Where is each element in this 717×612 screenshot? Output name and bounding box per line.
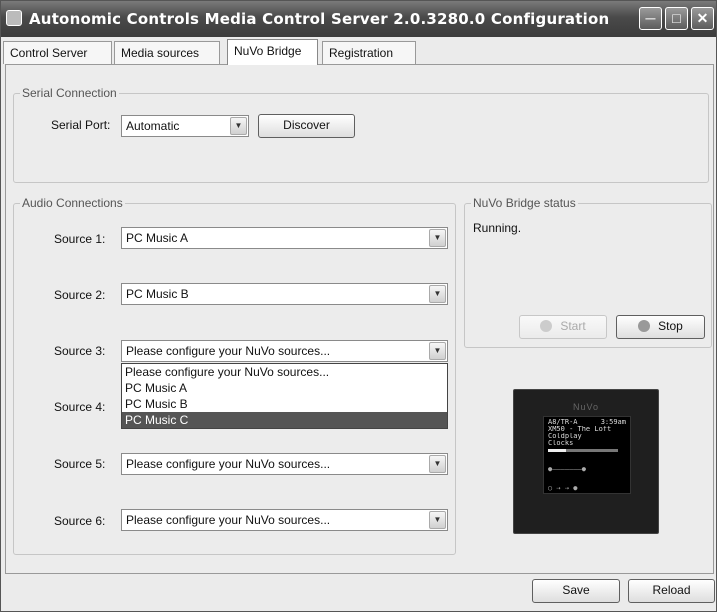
source-1-select[interactable]: PC Music A ▼ bbox=[121, 227, 448, 249]
keypad-line-station: XM50 - The Loft bbox=[548, 426, 612, 433]
stop-button-label: Stop bbox=[658, 319, 683, 333]
dropdown-option[interactable]: PC Music A bbox=[122, 380, 447, 396]
source-3-label: Source 3: bbox=[54, 344, 106, 358]
source-2-select[interactable]: PC Music B ▼ bbox=[121, 283, 448, 305]
keypad-header-right: 3:59am bbox=[600, 419, 626, 426]
keypad-header-left: A8/TR-A bbox=[548, 419, 578, 426]
keypad-progress-bar bbox=[548, 449, 618, 452]
source-3-dropdown-list[interactable]: Please configure your NuVo sources... PC… bbox=[121, 363, 448, 429]
chevron-down-icon[interactable]: ▼ bbox=[230, 117, 247, 135]
tab-nuvo-bridge[interactable]: NuVo Bridge bbox=[227, 39, 318, 65]
maximize-button[interactable]: □ bbox=[665, 7, 688, 30]
source-6-value: Please configure your NuVo sources... bbox=[126, 513, 331, 527]
start-icon bbox=[540, 320, 553, 332]
source-6-select[interactable]: Please configure your NuVo sources... ▼ bbox=[121, 509, 448, 531]
source-2-label: Source 2: bbox=[54, 288, 106, 302]
chevron-down-icon[interactable]: ▼ bbox=[429, 511, 446, 529]
dropdown-option[interactable]: PC Music B bbox=[122, 396, 447, 412]
bridge-status-text: Running. bbox=[473, 221, 522, 235]
config-window: Autonomic Controls Media Control Server … bbox=[0, 0, 717, 612]
dropdown-option-selected[interactable]: PC Music C bbox=[122, 412, 447, 428]
audio-connections-legend: Audio Connections bbox=[20, 196, 125, 210]
source-1-value: PC Music A bbox=[126, 231, 189, 245]
keypad-line-track: Clocks bbox=[548, 440, 574, 447]
chevron-down-icon[interactable]: ▼ bbox=[429, 229, 446, 247]
serial-port-value: Automatic bbox=[126, 119, 180, 133]
serial-port-label: Serial Port: bbox=[51, 118, 111, 132]
stop-button[interactable]: Stop bbox=[616, 315, 705, 339]
source-6-label: Source 6: bbox=[54, 514, 106, 528]
source-3-select[interactable]: Please configure your NuVo sources... ▼ bbox=[121, 340, 448, 362]
nuvo-keypad-image: NuVo A8/TR-A 3:59am XM50 - The Loft Cold… bbox=[513, 389, 659, 534]
serial-port-select[interactable]: Automatic ▼ bbox=[121, 115, 249, 137]
app-icon bbox=[6, 10, 22, 26]
source-5-value: Please configure your NuVo sources... bbox=[126, 457, 331, 471]
bridge-status-legend: NuVo Bridge status bbox=[471, 196, 578, 210]
reload-button[interactable]: Reload bbox=[628, 579, 715, 603]
chevron-down-icon[interactable]: ▼ bbox=[429, 285, 446, 303]
start-button[interactable]: Start bbox=[519, 315, 607, 339]
nuvo-logo: NuVo bbox=[572, 402, 600, 412]
tab-control-server[interactable]: Control Server bbox=[3, 41, 112, 64]
source-2-value: PC Music B bbox=[126, 287, 189, 301]
discover-button[interactable]: Discover bbox=[258, 114, 355, 138]
tab-media-sources[interactable]: Media sources bbox=[114, 41, 220, 64]
keypad-header: A8/TR-A 3:59am bbox=[548, 419, 626, 426]
keypad-progress-fill bbox=[548, 449, 566, 452]
title-bar[interactable]: Autonomic Controls Media Control Server … bbox=[1, 1, 716, 37]
stop-icon bbox=[638, 320, 651, 332]
tab-strip: Control Server Media sources NuVo Bridge… bbox=[1, 39, 716, 65]
source-5-select[interactable]: Please configure your NuVo sources... ▼ bbox=[121, 453, 448, 475]
keypad-screen: A8/TR-A 3:59am XM50 - The Loft Coldplay … bbox=[543, 416, 631, 494]
keypad-line-artist: Coldplay bbox=[548, 433, 582, 440]
dropdown-option[interactable]: Please configure your NuVo sources... bbox=[122, 364, 447, 380]
save-button[interactable]: Save bbox=[532, 579, 620, 603]
close-button[interactable]: ✕ bbox=[691, 7, 714, 30]
source-4-label: Source 4: bbox=[54, 400, 106, 414]
keypad-softkeys: ●––—————● bbox=[548, 466, 586, 473]
source-5-label: Source 5: bbox=[54, 457, 106, 471]
start-button-label: Start bbox=[560, 319, 586, 333]
keypad-transport-keys: ○ ⇢ ⇢ ● bbox=[548, 485, 578, 492]
source-3-value: Please configure your NuVo sources... bbox=[126, 344, 331, 358]
minimize-button[interactable]: ─ bbox=[639, 7, 662, 30]
chevron-down-icon[interactable]: ▼ bbox=[429, 342, 446, 360]
serial-connection-group: Serial Connection bbox=[13, 86, 709, 183]
tab-registration[interactable]: Registration bbox=[322, 41, 416, 64]
window-title: Autonomic Controls Media Control Server … bbox=[29, 10, 610, 28]
source-1-label: Source 1: bbox=[54, 232, 106, 246]
serial-connection-legend: Serial Connection bbox=[20, 86, 119, 100]
chevron-down-icon[interactable]: ▼ bbox=[429, 455, 446, 473]
